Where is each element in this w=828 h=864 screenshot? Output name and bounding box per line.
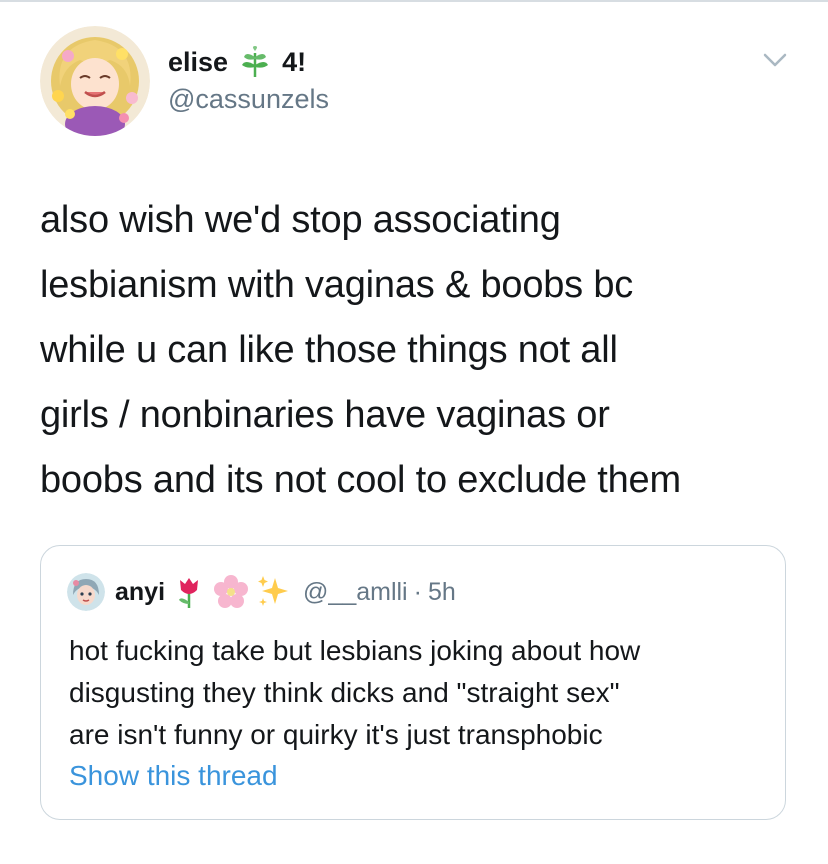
tulip-emoji-icon — [179, 578, 199, 608]
separator-dot: · — [413, 577, 422, 606]
quoted-text-line: disgusting they think dicks and "straigh… — [69, 677, 620, 708]
quoted-author-name[interactable]: anyi — [115, 578, 165, 607]
quoted-text-line: are isn't funny or quirky it's just tran… — [69, 719, 603, 750]
top-divider — [0, 0, 828, 2]
tweet-text: also wish we'd stop associating lesbiani… — [40, 188, 800, 513]
author-avatar[interactable] — [40, 26, 150, 136]
quoted-tweet-text: hot fucking take but lesbians joking abo… — [69, 630, 769, 756]
cherry-blossom-emoji-icon — [214, 575, 249, 608]
quoted-text-line: hot fucking take but lesbians joking abo… — [69, 635, 641, 666]
tweet-text-line: while u can like those things not all — [40, 329, 618, 371]
quoted-author-avatar[interactable] — [67, 573, 105, 611]
sparkles-emoji-icon — [258, 576, 289, 606]
tweet-text-line: also wish we'd stop associating — [40, 199, 561, 241]
author-handle[interactable]: @cassunzels — [168, 84, 329, 115]
tweet-text-line: girls / nonbinaries have vaginas or — [40, 394, 610, 436]
quoted-tweet-card[interactable]: anyi @__amlli · 5h hot fucking take but — [40, 545, 786, 820]
quoted-tweet-header: anyi @__amlli · 5h — [67, 572, 456, 612]
author-name[interactable]: elise — [168, 47, 228, 78]
herb-emoji-icon — [242, 46, 269, 77]
tweet-text-line: lesbianism with vaginas & boobs bc — [40, 264, 634, 306]
quoted-timestamp[interactable]: 5h — [428, 578, 456, 607]
chevron-down-icon[interactable] — [762, 50, 788, 70]
tweet-text-line: boobs and its not cool to exclude them — [40, 459, 681, 501]
quoted-author-handle[interactable]: @__amlli — [303, 578, 408, 607]
author-name-suffix: 4! — [282, 46, 307, 77]
show-thread-link[interactable]: Show this thread — [69, 760, 278, 792]
author-name-row[interactable]: elise 4! — [168, 42, 306, 82]
